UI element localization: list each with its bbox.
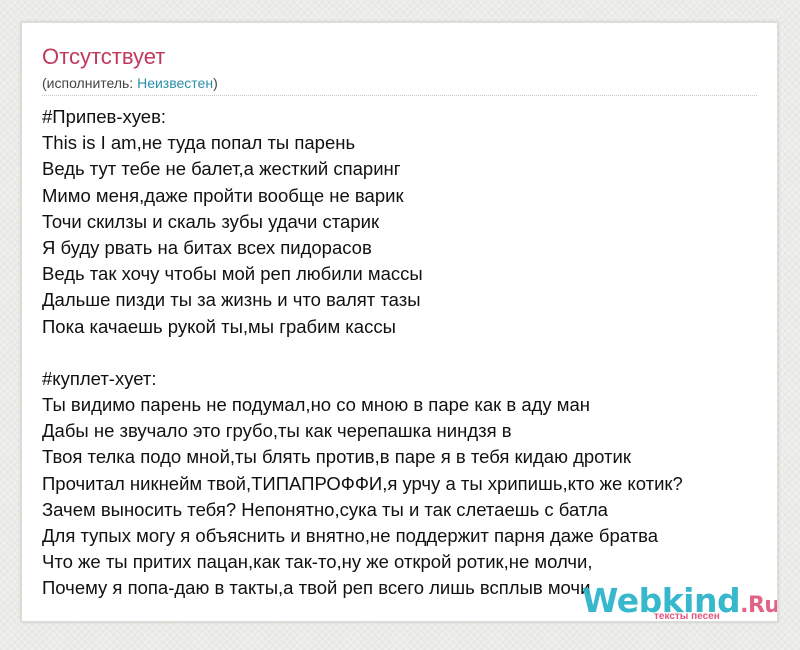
artist-prefix: (исполнитель: xyxy=(42,75,138,91)
lyric-line: Ведь тут тебе не балет,а жесткий спаринг xyxy=(42,158,401,180)
lyric-line: #куплет-хует: xyxy=(42,367,157,389)
song-title: Отсутствует xyxy=(42,44,166,69)
lyric-line: Точи скилзы и скаль зубы удачи старик xyxy=(42,210,380,232)
webkind-watermark: Webkind.Ru тексты песен xyxy=(582,583,778,622)
artist-link[interactable]: Неизвестен xyxy=(137,75,213,91)
lyric-line: This is I am,не туда попал ты парень xyxy=(42,132,356,154)
lyrics-text: #Припев-хуев: This is I am,не туда попал… xyxy=(42,104,767,602)
divider xyxy=(42,95,757,96)
lyric-line: Мимо меня,даже пройти вообще не варик xyxy=(42,184,404,206)
lyric-line: Дальше пизди ты за жизнь и что валят таз… xyxy=(42,289,421,311)
lyric-line: Зачем выносить тебя? Непонятно,сука ты и… xyxy=(42,498,608,520)
lyric-line: Ведь так хочу чтобы мой реп любили массы xyxy=(42,263,423,285)
lyric-line: Что же ты притих пацан,как так-то,ну же … xyxy=(42,551,593,573)
artist-suffix: ) xyxy=(213,75,218,91)
lyric-line: Прочитал никнейм твой,ТИПАПРОФФИ,я урчу … xyxy=(42,472,683,494)
lyric-line: #Припев-хуев: xyxy=(42,106,167,127)
artist-line: (исполнитель: Неизвестен) xyxy=(42,73,218,93)
lyric-line: Для тупых могу я объяснить и внятно,не п… xyxy=(42,525,659,546)
lyric-line: Я буду рвать на битах всех пидорасов xyxy=(42,236,372,258)
lyric-line-blank xyxy=(42,340,767,366)
lyric-line: Пока качаешь рукой ты,мы грабим кассы xyxy=(42,315,396,337)
lyric-line: Дабы не звучало это грубо,ты как черепаш… xyxy=(42,420,512,442)
lyrics-card: Отсутствует (исполнитель: Неизвестен) #П… xyxy=(21,22,778,622)
watermark-logo-suffix: .Ru xyxy=(740,593,778,618)
watermark-tagline: тексты песен xyxy=(654,611,720,622)
lyric-line: Твоя телка подо мной,ты блять против,в п… xyxy=(42,446,631,468)
lyric-line: Ты видимо парень не подумал,но со мною в… xyxy=(42,394,591,416)
